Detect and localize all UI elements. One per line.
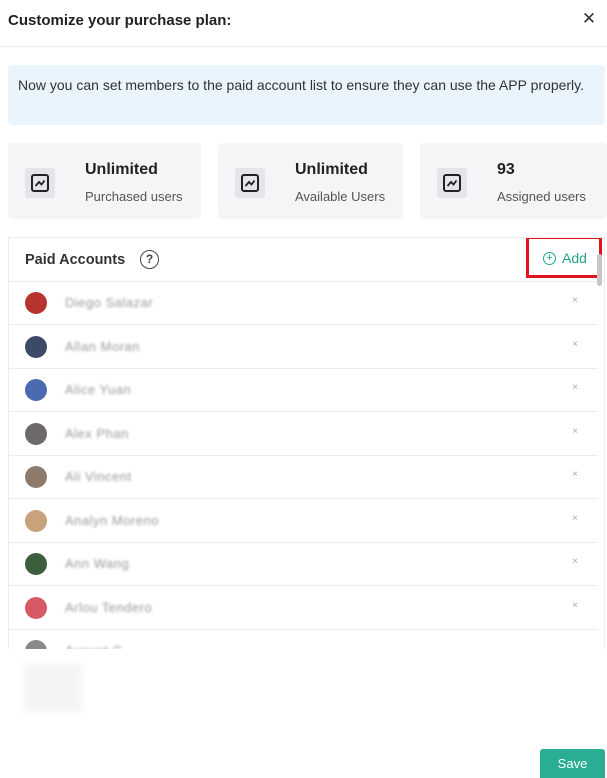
account-row: Ali Vincent × <box>9 456 598 499</box>
dialog-header: Customize your purchase plan: ✕ <box>0 0 607 47</box>
account-name: Analyn Moreno <box>65 512 159 528</box>
help-icon[interactable]: ? <box>140 250 159 269</box>
account-row: Arlou Tendero × <box>9 587 598 630</box>
account-name: Arlou Tendero <box>65 599 153 615</box>
save-button[interactable]: Save <box>540 749 605 778</box>
account-row: Diego Salazar × <box>9 282 598 325</box>
info-notice: Now you can set members to the paid acco… <box>8 65 605 125</box>
account-name: Ann Wang <box>65 556 130 571</box>
remove-icon[interactable]: × <box>572 469 578 480</box>
account-row: Alice Yuan × <box>9 369 598 412</box>
blurred-region <box>24 664 82 712</box>
chart-icon <box>437 168 467 198</box>
account-row: Alex Phan × <box>9 413 598 456</box>
stat-assigned-users: 93 Assigned users <box>420 143 607 219</box>
dialog-title: Customize your purchase plan: <box>8 12 232 29</box>
remove-icon[interactable]: × <box>572 382 578 393</box>
avatar <box>25 335 47 358</box>
stat-value: 93 <box>497 161 515 178</box>
avatar <box>25 553 47 575</box>
remove-icon[interactable]: × <box>572 295 578 306</box>
avatar <box>25 466 47 488</box>
avatar <box>25 640 47 649</box>
stat-value: Unlimited <box>295 161 368 178</box>
chart-icon <box>235 168 265 198</box>
paid-accounts-panel: Paid Accounts ? + Add Diego Salazar × Alla… <box>8 237 605 649</box>
account-name: Allan Moran <box>65 338 140 354</box>
remove-icon[interactable]: × <box>572 600 578 611</box>
avatar <box>25 596 47 619</box>
stat-label: Assigned users <box>497 189 586 204</box>
stat-value: Unlimited <box>85 161 158 178</box>
add-account-button[interactable]: + Add <box>526 238 602 278</box>
account-name: Ali Vincent <box>65 469 132 484</box>
account-name: Diego Salazar <box>65 295 154 310</box>
stat-available-users: Unlimited Available Users <box>218 143 403 219</box>
account-row: August C <box>9 630 598 649</box>
avatar <box>25 379 47 401</box>
list-scrollbar[interactable] <box>597 254 602 286</box>
avatar <box>25 422 47 445</box>
account-name: Alex Phan <box>65 425 129 441</box>
account-row: Analyn Moreno × <box>9 500 598 543</box>
plus-circle-icon: + <box>543 252 556 265</box>
stat-purchased-users: Unlimited Purchased users <box>8 143 201 219</box>
paid-accounts-list[interactable]: Diego Salazar × Allan Moran × Alice Yuan × Ale… <box>9 282 604 649</box>
paid-accounts-title: Paid Accounts <box>25 252 126 268</box>
chart-icon <box>25 168 55 198</box>
account-row: Allan Moran × <box>9 326 598 369</box>
stat-label: Available Users <box>295 189 386 204</box>
remove-icon[interactable]: × <box>572 556 578 567</box>
close-icon[interactable]: ✕ <box>580 9 598 29</box>
paid-accounts-header: Paid Accounts ? + Add <box>9 238 604 282</box>
account-row: Ann Wang × <box>9 543 598 586</box>
account-name: Alice Yuan <box>65 382 132 397</box>
remove-icon[interactable]: × <box>572 513 578 524</box>
remove-icon[interactable]: × <box>572 426 578 437</box>
stat-label: Purchased users <box>85 189 183 204</box>
remove-icon[interactable]: × <box>572 339 578 350</box>
avatar <box>25 292 47 314</box>
add-button-label: Add <box>562 250 587 266</box>
avatar <box>25 509 47 532</box>
account-name: August C <box>65 643 122 649</box>
